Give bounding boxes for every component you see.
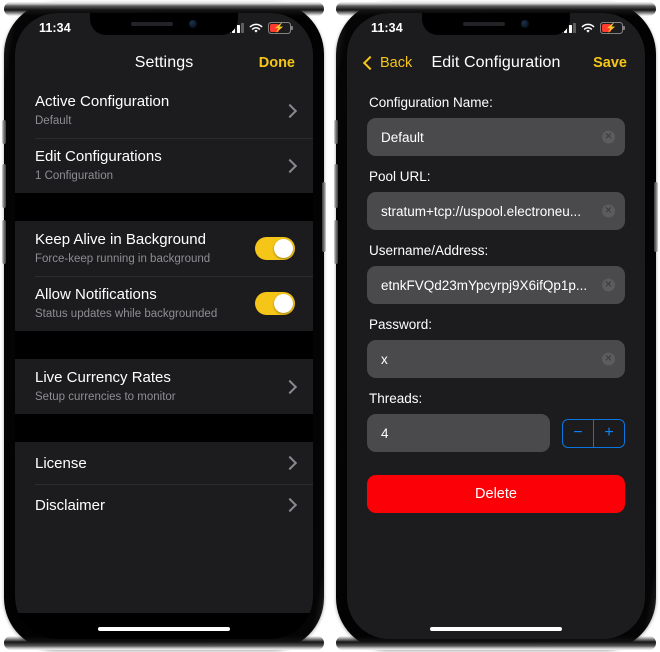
chevron-right-icon	[282, 103, 298, 118]
silent-switch[interactable]	[334, 120, 338, 144]
front-camera-icon	[521, 20, 529, 28]
settings-row-disclaimer[interactable]: Disclaimer	[15, 484, 313, 526]
input-value: Default	[381, 129, 424, 145]
back-button[interactable]: Back	[362, 43, 413, 83]
threads-decrement-button[interactable]: −	[563, 420, 593, 447]
section-gap	[15, 414, 313, 442]
delete-button[interactable]: Delete	[367, 475, 625, 513]
status-time: 11:34	[371, 21, 403, 35]
volume-up-button[interactable]	[334, 164, 338, 208]
toggle-knob	[273, 293, 294, 314]
pool-url-label: Pool URL:	[369, 169, 431, 184]
clear-circle-icon[interactable]: ✕	[602, 204, 615, 218]
input-value: x	[381, 351, 388, 367]
settings-row-keep-alive[interactable]: Keep Alive in Background Force-keep runn…	[15, 221, 313, 276]
clear-circle-icon[interactable]: ✕	[602, 352, 615, 366]
status-time: 11:34	[39, 21, 71, 35]
threads-increment-button[interactable]: +	[593, 419, 624, 447]
save-button[interactable]: Save	[593, 43, 627, 83]
nav-bar-right: Back Edit Configuration Save	[347, 43, 645, 83]
row-subtitle: 1 Configuration	[35, 170, 113, 182]
screen-left: 11:34 ⚡ Settings Done Active Configurati…	[15, 13, 313, 639]
chevron-right-icon	[282, 379, 298, 394]
row-subtitle: Status updates while backgrounded	[35, 308, 218, 320]
silent-switch[interactable]	[2, 120, 6, 144]
notch	[422, 13, 570, 35]
row-title: Allow Notifications	[35, 286, 157, 303]
username-address-label: Username/Address:	[369, 243, 489, 258]
battery-charging-icon: ⚡	[268, 22, 293, 34]
screenshot-stage: 11:34 ⚡ Settings Done Active Configurati…	[0, 0, 660, 652]
settings-row-edit-configurations[interactable]: Edit Configurations 1 Configuration	[15, 138, 313, 193]
settings-group-legal: License Disclaimer	[15, 442, 313, 526]
settings-group-background: Keep Alive in Background Force-keep runn…	[15, 221, 313, 331]
wifi-icon	[249, 23, 263, 34]
settings-row-active-configuration[interactable]: Active Configuration Default	[15, 83, 313, 138]
volume-down-button[interactable]	[2, 220, 6, 264]
earpiece-speaker-icon	[463, 22, 505, 26]
row-subtitle: Setup currencies to monitor	[35, 391, 176, 403]
input-value: etnkFVQd23mYpcyrpj9X6ifQp1p...	[381, 277, 588, 293]
row-title: Active Configuration	[35, 93, 170, 110]
settings-row-allow-notifications[interactable]: Allow Notifications Status updates while…	[15, 276, 313, 331]
row-title: Edit Configurations	[35, 148, 162, 165]
phone-right-edit-configuration: 11:34 ⚡ Back Edit Configuration Save Con…	[334, 2, 658, 650]
row-title: Live Currency Rates	[35, 369, 171, 386]
row-subtitle: Default	[35, 115, 72, 127]
row-title: Disclaimer	[35, 496, 106, 514]
password-label: Password:	[369, 317, 433, 332]
row-subtitle: Force-keep running in background	[35, 253, 211, 265]
screen-right: 11:34 ⚡ Back Edit Configuration Save Con…	[347, 13, 645, 639]
section-gap	[15, 331, 313, 359]
volume-up-button[interactable]	[2, 164, 6, 208]
front-camera-icon	[189, 20, 197, 28]
settings-group-configuration: Active Configuration Default Edit Config…	[15, 83, 313, 193]
section-gap	[15, 193, 313, 221]
clear-circle-icon[interactable]: ✕	[602, 278, 615, 292]
row-title: License	[35, 454, 87, 472]
home-indicator[interactable]	[430, 626, 562, 631]
threads-label: Threads:	[369, 391, 423, 406]
threads-stepper[interactable]: − +	[562, 418, 625, 448]
page-title: Edit Configuration	[431, 54, 561, 71]
back-button-label: Back	[380, 55, 413, 71]
pool-url-input[interactable]: stratum+tcp://uspool.electroneu... ✕	[367, 192, 625, 230]
phone-left-settings: 11:34 ⚡ Settings Done Active Configurati…	[2, 2, 326, 650]
row-title: Keep Alive in Background	[35, 231, 206, 248]
input-value: stratum+tcp://uspool.electroneu...	[381, 203, 581, 219]
clear-circle-icon[interactable]: ✕	[602, 130, 615, 144]
settings-row-live-currency-rates[interactable]: Live Currency Rates Setup currencies to …	[15, 359, 313, 414]
wifi-icon	[581, 23, 595, 34]
chevron-left-icon	[362, 55, 378, 71]
edit-configuration-form: Configuration Name: Default ✕ Pool URL: …	[347, 83, 645, 639]
keep-alive-toggle[interactable]	[255, 237, 295, 260]
power-button[interactable]	[654, 182, 658, 252]
done-button[interactable]: Done	[259, 43, 295, 83]
chevron-right-icon	[282, 497, 298, 513]
configuration-name-input[interactable]: Default ✕	[367, 118, 625, 156]
earpiece-speaker-icon	[131, 22, 173, 26]
battery-charging-icon: ⚡	[600, 22, 625, 34]
username-address-input[interactable]: etnkFVQd23mYpcyrpj9X6ifQp1p... ✕	[367, 266, 625, 304]
allow-notifications-toggle[interactable]	[255, 292, 295, 315]
power-button[interactable]	[322, 182, 326, 252]
input-value: 4	[381, 425, 389, 441]
threads-row: 4 − +	[367, 414, 625, 452]
page-title: Settings	[134, 54, 194, 71]
password-input[interactable]: x ✕	[367, 340, 625, 378]
volume-down-button[interactable]	[334, 220, 338, 264]
nav-bar-left: Settings Done	[15, 43, 313, 83]
chevron-right-icon	[282, 455, 298, 471]
settings-row-license[interactable]: License	[15, 442, 313, 484]
chevron-right-icon	[282, 158, 298, 173]
settings-list: Active Configuration Default Edit Config…	[15, 83, 313, 526]
threads-input[interactable]: 4	[367, 414, 550, 452]
configuration-name-label: Configuration Name:	[369, 95, 493, 110]
settings-group-currency: Live Currency Rates Setup currencies to …	[15, 359, 313, 414]
toggle-knob	[273, 238, 294, 259]
home-indicator[interactable]	[98, 626, 230, 631]
notch	[90, 13, 238, 35]
